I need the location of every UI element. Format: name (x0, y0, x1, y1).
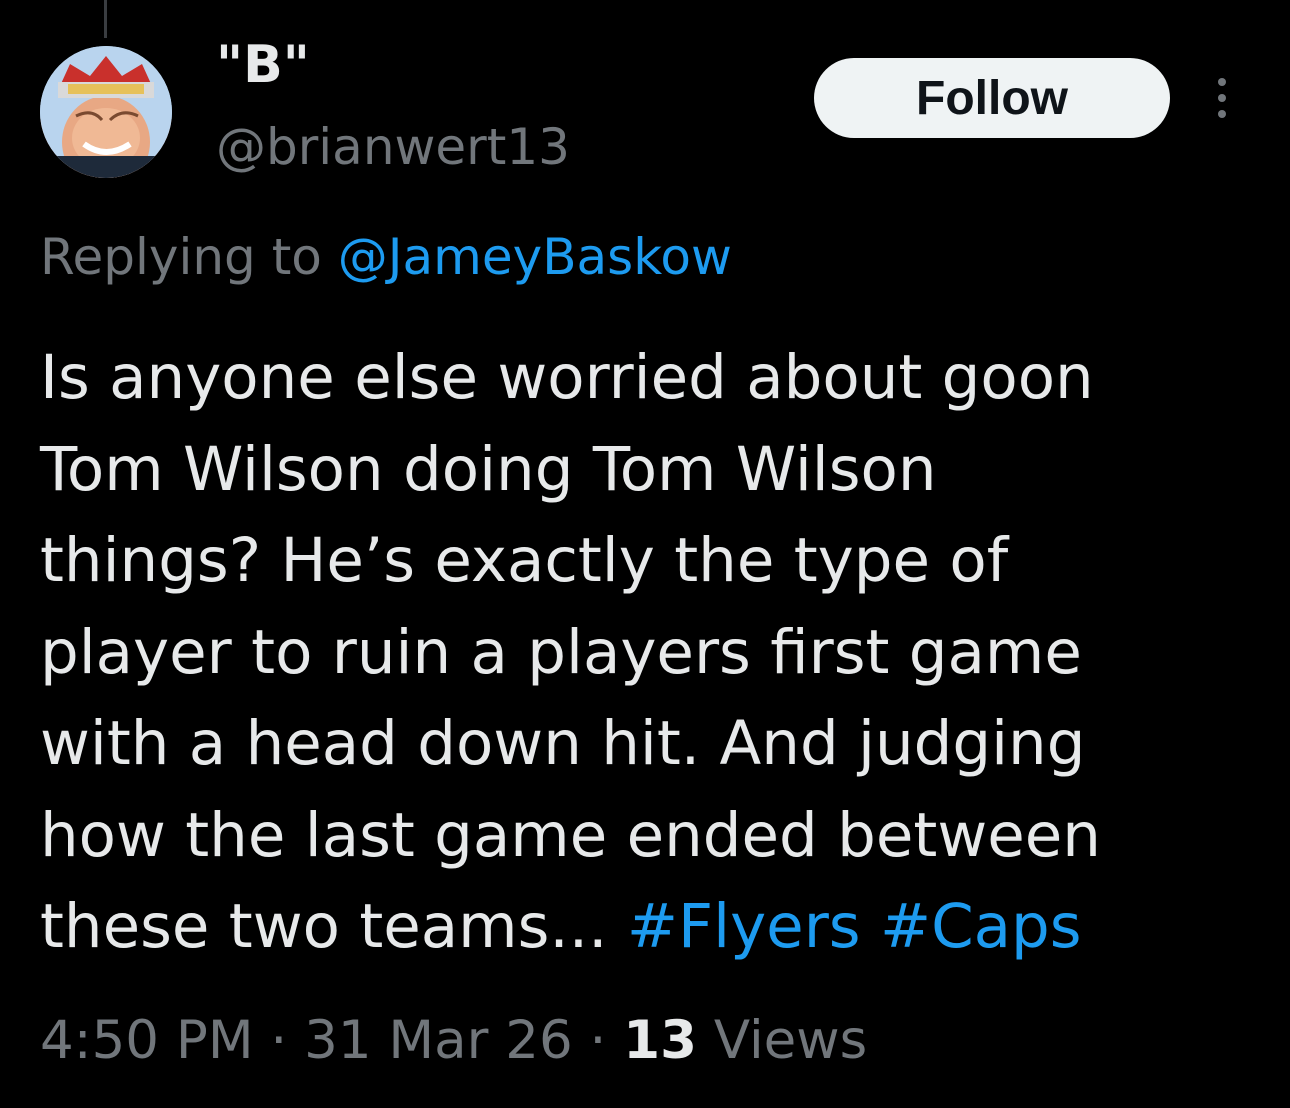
meta-separator: · (572, 1010, 624, 1071)
tweet-text-line: Is anyone else worried about goon (40, 342, 1094, 413)
tweet-time[interactable]: 4:50 PM (40, 1010, 254, 1071)
tweet-date[interactable]: 31 Mar 26 (304, 1010, 573, 1071)
author-display-name[interactable]: "B" (216, 30, 310, 100)
avatar-image (40, 46, 172, 178)
more-options-icon[interactable] (1200, 68, 1244, 128)
views-count[interactable]: 13 (623, 1010, 697, 1071)
thread-connector-line (104, 0, 107, 38)
more-dot (1218, 110, 1226, 118)
tweet-text-line: things? He’s exactly the type of (40, 525, 1009, 596)
tweet-text-line: with a head down hit. And judging (40, 708, 1086, 779)
meta-separator: · (253, 1010, 305, 1071)
tweet-text: Is anyone else worried about goon Tom Wi… (40, 332, 1250, 973)
follow-button[interactable]: Follow (814, 58, 1170, 138)
more-dot (1218, 94, 1226, 102)
tweet-text-line: Tom Wilson doing Tom Wilson (40, 433, 937, 505)
views-label: Views (697, 1010, 868, 1071)
tweet-text-last-line: these two teams... #Flyers #Caps (40, 881, 1250, 973)
hashtag-caps-link[interactable]: #Caps (880, 891, 1082, 962)
hashtag-flyers-link[interactable]: #Flyers (627, 891, 861, 962)
replying-to: Replying to @JameyBaskow (40, 222, 732, 292)
more-dot (1218, 78, 1226, 86)
tweet-text-line: how the last game ended between (40, 799, 1101, 871)
author-handle[interactable]: @brianwert13 (216, 112, 570, 182)
replying-to-label: Replying to (40, 228, 338, 286)
tweet-text-line: player to ruin a players first game (40, 616, 1082, 688)
avatar[interactable] (40, 46, 172, 178)
tweet-meta: 4:50 PM · 31 Mar 26 · 13 Views (40, 1004, 867, 1078)
tweet-text-line: these two teams... (40, 891, 627, 962)
reply-mention-link[interactable]: @JameyBaskow (338, 228, 732, 286)
